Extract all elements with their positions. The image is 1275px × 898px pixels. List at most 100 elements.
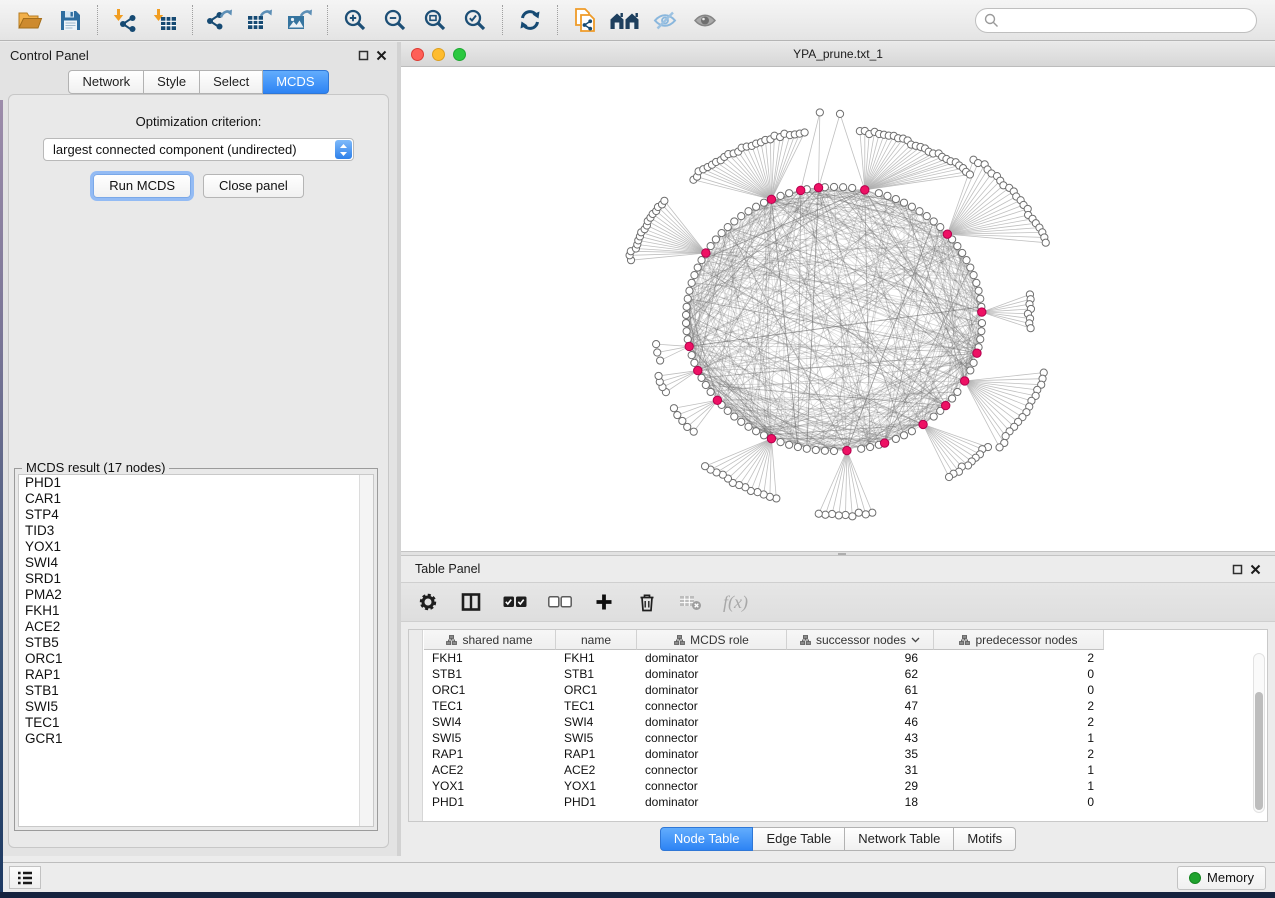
mcds-result-item[interactable]: STB1: [19, 683, 373, 699]
cell-shared_name: YOX1: [424, 778, 556, 794]
table-tab-node-table[interactable]: Node Table: [660, 827, 754, 851]
refresh-icon: [518, 9, 542, 31]
table-tab-motifs[interactable]: Motifs: [954, 827, 1016, 851]
table-row[interactable]: PHD1PHD1dominator180: [424, 794, 1104, 810]
zoom-fit-button[interactable]: [415, 2, 455, 38]
select-all-button[interactable]: [503, 596, 527, 608]
tab-network[interactable]: Network: [68, 70, 144, 94]
mcds-result-item[interactable]: PMA2: [19, 587, 373, 603]
function-builder-button[interactable]: f(x): [723, 592, 748, 613]
tab-style[interactable]: Style: [144, 70, 200, 94]
table-row[interactable]: SWI5SWI5connector431: [424, 730, 1104, 746]
table-tab-network-table[interactable]: Network Table: [845, 827, 954, 851]
network-list-toggle-button[interactable]: [9, 866, 41, 889]
close-panel-icon[interactable]: [376, 50, 387, 61]
create-column-button[interactable]: [593, 593, 615, 611]
mcds-result-item[interactable]: STP4: [19, 507, 373, 523]
column-header-predecessor-nodes[interactable]: predecessor nodes: [934, 630, 1104, 650]
save-button[interactable]: [50, 2, 90, 38]
delete-table-button[interactable]: [679, 593, 702, 611]
zoom-in-button[interactable]: [335, 2, 375, 38]
cell-name: ORC1: [556, 682, 637, 698]
memory-button[interactable]: Memory: [1177, 866, 1266, 890]
table-row[interactable]: ACE2ACE2connector311: [424, 762, 1104, 778]
table-row[interactable]: TEC1TEC1connector472: [424, 698, 1104, 714]
cell-successor_nodes: 31: [787, 762, 934, 778]
hide-selected-button[interactable]: [645, 2, 685, 38]
mcds-result-item[interactable]: TID3: [19, 523, 373, 539]
export-network-button[interactable]: [200, 2, 240, 38]
cell-name: SWI4: [556, 714, 637, 730]
table-row[interactable]: FKH1FKH1dominator962: [424, 650, 1104, 666]
column-header-name[interactable]: name: [556, 630, 637, 650]
import-network-button[interactable]: [105, 2, 145, 38]
export-table-button[interactable]: [240, 2, 280, 38]
first-neighbors-button[interactable]: [605, 2, 645, 38]
mcds-result-item[interactable]: SWI4: [19, 555, 373, 571]
mcds-result-item[interactable]: PHD1: [19, 475, 373, 491]
close-panel-button[interactable]: Close panel: [203, 174, 304, 198]
float-panel-icon[interactable]: [358, 50, 369, 61]
deselect-all-button[interactable]: [548, 596, 572, 608]
mcds-result-item[interactable]: FKH1: [19, 603, 373, 619]
zoom-selected-icon: [464, 9, 486, 31]
eye-icon: [693, 11, 717, 30]
run-mcds-button[interactable]: Run MCDS: [93, 174, 191, 198]
mcds-result-item[interactable]: YOX1: [19, 539, 373, 555]
table-tab-edge-table[interactable]: Edge Table: [753, 827, 845, 851]
table-row[interactable]: RAP1RAP1dominator352: [424, 746, 1104, 762]
unchecked-boxes-icon: [548, 596, 572, 608]
network-view-titlebar[interactable]: YPA_prune.txt_1: [401, 42, 1275, 67]
horizontal-splitter[interactable]: [401, 551, 1275, 556]
minimize-window-icon[interactable]: [432, 48, 445, 61]
cell-shared_name: ACE2: [424, 762, 556, 778]
tree-icon: [800, 635, 811, 645]
mcds-result-item[interactable]: GCR1: [19, 731, 373, 747]
column-label: name: [581, 633, 611, 647]
mcds-result-item[interactable]: TEC1: [19, 715, 373, 731]
tab-mcds[interactable]: MCDS: [263, 70, 328, 94]
mcds-result-item[interactable]: CAR1: [19, 491, 373, 507]
table-settings-button[interactable]: [417, 592, 439, 612]
delete-column-button[interactable]: [636, 593, 658, 612]
search-input[interactable]: [975, 8, 1257, 33]
criterion-select[interactable]: largest connected component (undirected): [43, 138, 354, 161]
network-canvas[interactable]: [401, 67, 1275, 551]
mcds-result-item[interactable]: RAP1: [19, 667, 373, 683]
show-columns-button[interactable]: [460, 593, 482, 611]
column-header-shared-name[interactable]: shared name: [424, 630, 556, 650]
table-scrollbar[interactable]: [1253, 653, 1265, 813]
cell-predecessor_nodes: 1: [934, 730, 1104, 746]
list-icon: [16, 870, 34, 886]
cell-name: TEC1: [556, 698, 637, 714]
mcds-result-list[interactable]: PHD1CAR1STP4TID3YOX1SWI4SRD1PMA2FKH1ACE2…: [18, 474, 374, 827]
zoom-out-button[interactable]: [375, 2, 415, 38]
toolbar-separator: [502, 5, 503, 35]
mcds-result-item[interactable]: SRD1: [19, 571, 373, 587]
mcds-result-item[interactable]: SWI5: [19, 699, 373, 715]
network-graph[interactable]: [401, 67, 1270, 557]
close-window-icon[interactable]: [411, 48, 424, 61]
maximize-window-icon[interactable]: [453, 48, 466, 61]
mcds-result-item[interactable]: ACE2: [19, 619, 373, 635]
zoom-selected-button[interactable]: [455, 2, 495, 38]
float-panel-icon[interactable]: [1232, 564, 1243, 575]
close-panel-icon[interactable]: [1250, 564, 1261, 575]
show-all-button[interactable]: [685, 2, 725, 38]
column-header-successor-nodes[interactable]: successor nodes: [787, 630, 934, 650]
open-button[interactable]: [10, 2, 50, 38]
tab-select[interactable]: Select: [200, 70, 263, 94]
import-table-button[interactable]: [145, 2, 185, 38]
refresh-button[interactable]: [510, 2, 550, 38]
table-row[interactable]: SWI4SWI4dominator462: [424, 714, 1104, 730]
clone-network-button[interactable]: [565, 2, 605, 38]
mcds-list-scrollbar[interactable]: [359, 475, 373, 826]
column-header-MCDS-role[interactable]: MCDS role: [637, 630, 787, 650]
table-row[interactable]: ORC1ORC1dominator610: [424, 682, 1104, 698]
table-scrollbar-thumb[interactable]: [1255, 692, 1263, 810]
mcds-result-item[interactable]: STB5: [19, 635, 373, 651]
export-image-button[interactable]: [280, 2, 320, 38]
table-row[interactable]: YOX1YOX1connector291: [424, 778, 1104, 794]
mcds-result-item[interactable]: ORC1: [19, 651, 373, 667]
table-row[interactable]: STB1STB1dominator620: [424, 666, 1104, 682]
